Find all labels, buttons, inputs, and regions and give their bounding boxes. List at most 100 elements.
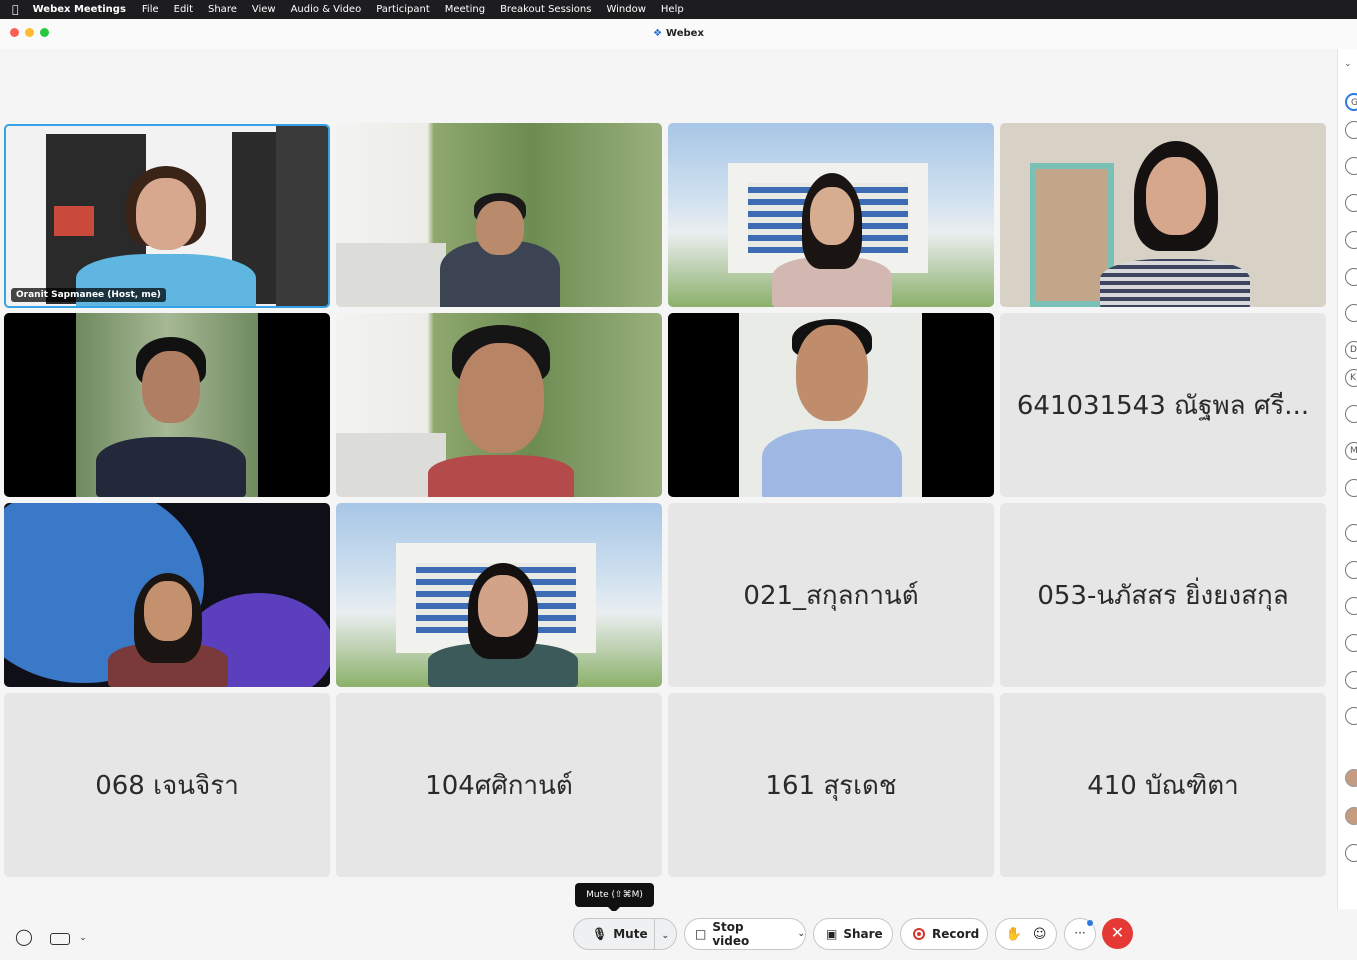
notification-dot <box>1087 920 1093 926</box>
video-tile-6[interactable] <box>336 313 662 497</box>
window-title-bar: ❖ Webex <box>0 19 1357 49</box>
video-scene <box>336 313 662 497</box>
mac-menu-bar:  Webex Meetings File Edit Share View Au… <box>0 0 1357 19</box>
meeting-controls: ◯ ⌄ 🎙 Mute ⌄ □ Stop video ⌄ ▣ Share Reco… <box>0 911 1357 960</box>
name-tile-t15[interactable]: 161 สุรเดช <box>668 693 994 877</box>
name-tile-t11[interactable]: 021_สกุลกานต์ <box>668 503 994 687</box>
apple-icon[interactable]:  <box>12 3 19 16</box>
participant-name: 641031543 ณัฐพล ศรี... <box>1016 390 1310 421</box>
mute-label: Mute <box>613 927 648 941</box>
chevron-down-icon[interactable]: ⌄ <box>76 933 90 943</box>
menu-audio-video[interactable]: Audio & Video <box>291 4 362 15</box>
video-scene <box>1000 123 1326 307</box>
record-label: Record <box>932 927 980 941</box>
video-scene <box>4 313 330 497</box>
participant-avatar[interactable] <box>1345 524 1357 542</box>
captions-icon[interactable] <box>50 933 70 945</box>
video-tile-host[interactable]: Oranit Sapmanee (Host, me) <box>4 124 330 308</box>
host-video-scene <box>6 126 328 306</box>
participant-avatar-photo[interactable] <box>1345 769 1357 787</box>
video-scene <box>668 123 994 307</box>
webex-logo-icon: ❖ <box>653 28 663 39</box>
raise-hand-icon[interactable]: ✋ <box>1006 927 1022 942</box>
stop-video-button[interactable]: □ Stop video ⌄ <box>684 918 806 950</box>
name-tile-t14[interactable]: 104ศศิกานต์ <box>336 693 662 877</box>
share-screen-icon: ▣ <box>826 927 838 941</box>
participant-avatar[interactable] <box>1345 561 1357 579</box>
name-tile-t8[interactable]: 641031543 ณัฐพล ศรี... <box>1000 313 1326 497</box>
participant-avatar[interactable] <box>1345 707 1357 725</box>
name-tile-t13[interactable]: 068 เจนจิรา <box>4 693 330 877</box>
video-tile-7[interactable] <box>668 313 994 497</box>
share-label: Share <box>843 927 883 941</box>
menu-share[interactable]: Share <box>208 4 237 15</box>
audio-options-dropdown[interactable]: ⌄ <box>655 927 676 941</box>
participant-avatar-letter[interactable]: M <box>1345 442 1357 460</box>
mute-button[interactable]: 🎙 Mute <box>574 919 655 949</box>
participant-avatar[interactable] <box>1345 597 1357 615</box>
participant-avatar[interactable] <box>1345 231 1357 249</box>
participant-avatar-letter[interactable]: K <box>1345 369 1357 387</box>
participant-strip: ⌄ G D K M <box>1337 49 1357 909</box>
participant-avatar[interactable] <box>1345 479 1357 497</box>
participant-avatar[interactable] <box>1345 405 1357 423</box>
participant-name: 410 บัณฑิตา <box>1087 770 1239 801</box>
participant-name: 068 เจนจิรา <box>95 770 239 801</box>
chevron-down-icon[interactable]: ⌄ <box>1344 59 1352 69</box>
video-tile-3[interactable] <box>668 123 994 307</box>
window-title: ❖ Webex <box>0 28 1357 39</box>
window-title-text: Webex <box>666 28 704 39</box>
participant-avatar[interactable] <box>1345 634 1357 652</box>
video-tile-2[interactable] <box>336 123 662 307</box>
video-grid: Oranit Sapmanee (Host, me) 641031543 ณัฐ… <box>0 49 1335 911</box>
share-button[interactable]: ▣ Share <box>813 918 893 950</box>
host-name-label: Oranit Sapmanee (Host, me) <box>11 288 166 302</box>
menu-participant[interactable]: Participant <box>376 4 430 15</box>
stop-video-label: Stop video <box>712 920 750 948</box>
mute-tooltip: Mute (⇧⌘M) <box>575 883 654 913</box>
participant-avatar[interactable] <box>1345 157 1357 175</box>
chevron-down-icon[interactable]: ⌄ <box>797 929 805 939</box>
video-tile-4[interactable] <box>1000 123 1326 307</box>
more-options-button[interactable]: ··· <box>1064 918 1096 950</box>
participant-avatar[interactable] <box>1345 671 1357 689</box>
participant-avatar[interactable] <box>1345 194 1357 212</box>
participant-name: 053-นภัสสร ยิ่งยงสกุล <box>1037 580 1289 611</box>
name-tile-t16[interactable]: 410 บัณฑิตา <box>1000 693 1326 877</box>
status-circle-icon[interactable]: ◯ <box>14 927 34 946</box>
participant-avatar[interactable]: G <box>1345 93 1357 111</box>
leave-meeting-button[interactable]: ✕ <box>1102 918 1133 949</box>
name-tile-t12[interactable]: 053-นภัสสร ยิ่งยงสกุล <box>1000 503 1326 687</box>
menu-edit[interactable]: Edit <box>174 4 193 15</box>
record-button[interactable]: Record <box>900 918 988 950</box>
participant-name: 104ศศิกานต์ <box>425 770 573 801</box>
video-tile-10[interactable] <box>336 503 662 687</box>
emoji-reaction-icon[interactable]: ☺ <box>1033 927 1047 942</box>
more-icon: ··· <box>1074 926 1086 940</box>
participant-avatar[interactable] <box>1345 304 1357 322</box>
participant-avatar-letter[interactable]: D <box>1345 341 1357 359</box>
menu-app-name[interactable]: Webex Meetings <box>33 4 126 15</box>
menu-breakout-sessions[interactable]: Breakout Sessions <box>500 4 591 15</box>
record-icon <box>913 928 925 940</box>
participant-avatar[interactable] <box>1345 268 1357 286</box>
participant-avatar[interactable] <box>1345 121 1357 139</box>
menu-view[interactable]: View <box>252 4 276 15</box>
reactions-group: ✋ ☺ <box>995 918 1057 950</box>
chevron-down-icon: ⌄ <box>661 931 670 941</box>
video-scene <box>336 503 662 687</box>
participant-name: 161 สุรเดช <box>765 770 897 801</box>
menu-help[interactable]: Help <box>661 4 684 15</box>
video-scene <box>668 313 994 497</box>
mute-control: 🎙 Mute ⌄ <box>573 918 677 950</box>
participant-avatar-photo[interactable] <box>1345 807 1357 825</box>
close-icon: ✕ <box>1110 923 1125 942</box>
video-tile-9[interactable] <box>4 503 330 687</box>
menu-meeting[interactable]: Meeting <box>445 4 485 15</box>
video-tile-5[interactable] <box>4 313 330 497</box>
menu-file[interactable]: File <box>142 4 159 15</box>
video-scene <box>4 503 330 687</box>
microphone-icon: 🎙 <box>592 927 608 941</box>
menu-window[interactable]: Window <box>606 4 645 15</box>
participant-avatar[interactable] <box>1345 844 1357 862</box>
